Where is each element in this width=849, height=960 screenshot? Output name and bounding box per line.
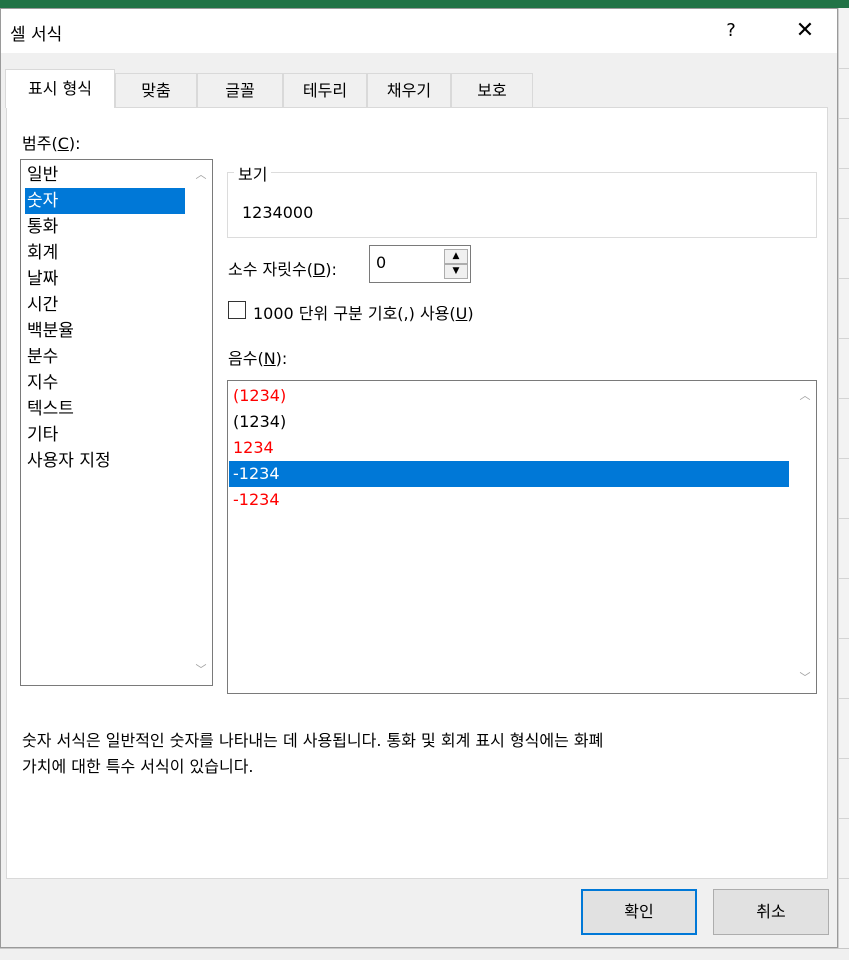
tab-protection[interactable]: 보호 (451, 73, 533, 107)
tab-alignment[interactable]: 맞춤 (115, 73, 197, 107)
negative-scrollbar[interactable]: ︿ ﹀ (794, 381, 816, 693)
description-text: 숫자 서식은 일반적인 숫자를 나타내는 데 사용됩니다. 통화 및 회계 표시… (22, 728, 782, 780)
tab-fill[interactable]: 채우기 (367, 73, 451, 107)
worksheet-bottom-edge (0, 948, 849, 960)
scroll-up-icon[interactable]: ︿ (794, 385, 816, 407)
negative-numbers-label: 음수(N): (228, 349, 288, 368)
category-item-custom[interactable]: 사용자 지정 (25, 448, 185, 474)
category-label: 범주(C): (22, 134, 81, 153)
negative-option[interactable]: 1234 (229, 435, 789, 461)
decimal-places-input[interactable]: 0 (376, 253, 386, 272)
scroll-up-icon[interactable]: ︿ (190, 164, 212, 186)
negative-numbers-listbox[interactable]: (1234) (1234) 1234 -1234 -1234 ︿ ﹀ (227, 380, 817, 694)
close-button[interactable]: ✕ (777, 9, 833, 53)
dialog-title: 셀 서식 (10, 25, 63, 45)
category-item-accounting[interactable]: 회계 (25, 240, 185, 266)
help-button[interactable]: ? (705, 9, 757, 53)
negative-option-selected[interactable]: -1234 (229, 461, 789, 487)
tab-font[interactable]: 글꼴 (197, 73, 283, 107)
worksheet-edge (838, 8, 849, 959)
category-item-time[interactable]: 시간 (25, 292, 185, 318)
decimal-places-spinner[interactable]: 0 ▲ ▼ (369, 245, 471, 283)
category-item-date[interactable]: 날짜 (25, 266, 185, 292)
negative-option[interactable]: (1234) (229, 383, 789, 409)
category-scrollbar[interactable]: ︿ ﹀ (190, 160, 212, 685)
tab-border[interactable]: 테두리 (283, 73, 367, 107)
ok-button[interactable]: 확인 (581, 889, 697, 935)
category-item-special[interactable]: 기타 (25, 422, 185, 448)
sample-label: 보기 (234, 161, 272, 185)
sample-value: 1234000 (242, 203, 314, 222)
category-item-percentage[interactable]: 백분율 (25, 318, 185, 344)
category-item-number[interactable]: 숫자 (25, 188, 185, 214)
number-tab-panel: 범주(C): 일반 숫자 통화 회계 날짜 시간 백분율 분수 지수 텍스트 기… (6, 107, 828, 879)
category-item-fraction[interactable]: 분수 (25, 344, 185, 370)
excel-ribbon-strip (0, 0, 849, 8)
scroll-down-icon[interactable]: ﹀ (794, 667, 816, 689)
category-item-scientific[interactable]: 지수 (25, 370, 185, 396)
category-listbox[interactable]: 일반 숫자 통화 회계 날짜 시간 백분율 분수 지수 텍스트 기타 사용자 지… (20, 159, 213, 686)
format-cells-dialog: 셀 서식 ? ✕ 표시 형식 맞춤 글꼴 테두리 채우기 보호 범주(C): 일… (0, 8, 838, 948)
sample-group: 보기 1234000 (227, 161, 817, 238)
thousands-separator-label[interactable]: 1000 단위 구분 기호(,) 사용(U) (253, 300, 474, 324)
tab-number[interactable]: 표시 형식 (5, 69, 115, 108)
category-item-currency[interactable]: 통화 (25, 214, 185, 240)
negative-option[interactable]: -1234 (229, 487, 789, 513)
decimal-places-label: 소수 자릿수(D): (228, 260, 337, 279)
description-line-1: 숫자 서식은 일반적인 숫자를 나타내는 데 사용됩니다. 통화 및 회계 표시… (22, 731, 604, 750)
dialog-titlebar[interactable]: 셀 서식 ? ✕ (1, 9, 837, 53)
scroll-down-icon[interactable]: ﹀ (190, 659, 212, 681)
spin-up-icon[interactable]: ▲ (444, 249, 468, 264)
spin-down-icon[interactable]: ▼ (444, 264, 468, 279)
negative-option[interactable]: (1234) (229, 409, 789, 435)
description-line-2: 가치에 대한 특수 서식이 있습니다. (22, 757, 254, 776)
category-item-general[interactable]: 일반 (25, 162, 185, 188)
category-item-text[interactable]: 텍스트 (25, 396, 185, 422)
cancel-button[interactable]: 취소 (713, 889, 829, 935)
thousands-separator-checkbox[interactable] (228, 301, 246, 319)
